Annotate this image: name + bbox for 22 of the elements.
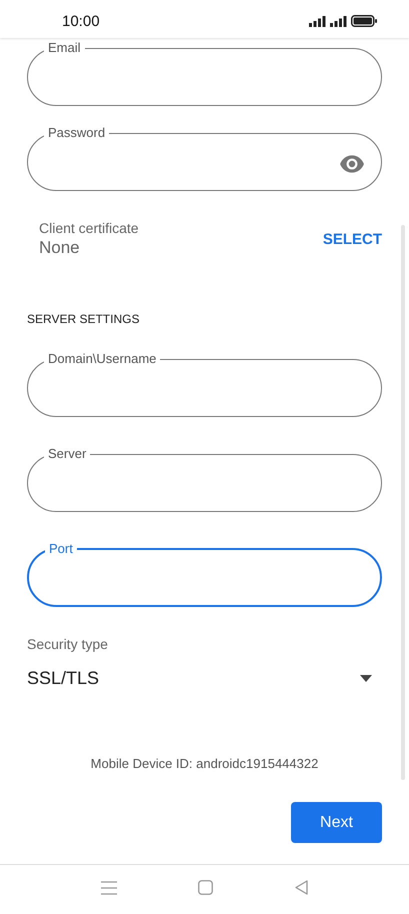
select-button[interactable]: SELECT [322,230,382,248]
section-heading: SERVER SETTINGS [27,311,140,327]
input-field[interactable]: Domain\Username [27,351,382,417]
back-icon[interactable] [295,880,308,895]
password-field[interactable]: Password [27,125,382,191]
input-field[interactable]: Port [27,541,382,607]
home-icon[interactable] [198,880,214,895]
device-id-text: Mobile Device ID: androidc1915444322 [90,755,320,773]
signal-icon [309,16,326,26]
menu-icon[interactable] [100,880,117,894]
eye-icon[interactable] [339,155,365,173]
caret-icon [360,674,372,682]
certificate-label: Client certificate [39,219,139,237]
input-field[interactable]: Email [27,40,382,106]
input-field[interactable]: Server [27,446,382,512]
certificate-value: None [39,237,81,259]
security-type-label: Security type [27,635,109,653]
signal-icon [330,16,347,26]
next-button[interactable]: Next [291,802,382,843]
battery-icon [351,15,377,27]
security-type-dropdown[interactable]: SSL/TLS [27,666,382,690]
clock-time: 10:00 [62,12,100,30]
